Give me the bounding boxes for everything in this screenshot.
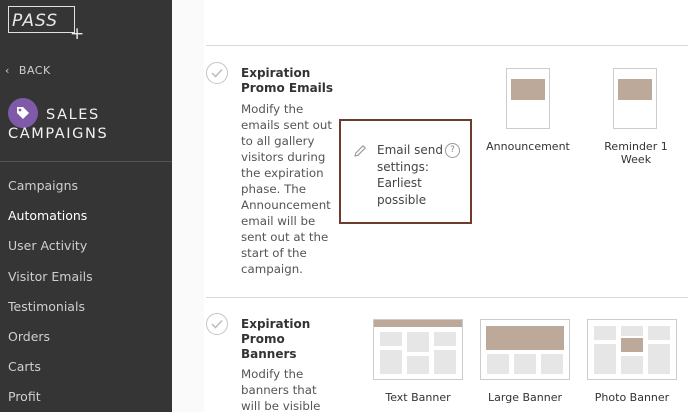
section-description-promo-emails: Modify the emails sent out to all galler… (241, 101, 332, 277)
desc-line: to all gallery (241, 134, 315, 148)
desc-line: start of the (241, 246, 307, 260)
announcement-email-thumbnail[interactable] (506, 68, 550, 129)
sidebar-item-carts[interactable]: Carts (0, 355, 172, 385)
pass-logo[interactable]: PASS + (8, 6, 88, 44)
thumbnail-label: Reminder 1 Week (604, 140, 668, 166)
logo-plus: + (70, 24, 84, 40)
desc-line: emails sent out (241, 118, 333, 132)
desc-line: email will be (241, 214, 316, 228)
title-line: Promo Emails (241, 81, 334, 95)
title-line: Banners (241, 347, 297, 361)
desc-line: the expiration (241, 166, 324, 180)
desc-line: phase. The (241, 182, 307, 196)
sidebar-divider (0, 161, 172, 162)
campaign-title-line1: SALES (46, 107, 100, 123)
reminder-email-thumbnail[interactable] (613, 68, 657, 129)
email-send-settings-card[interactable]: ? Email send settings: Earliest possible (339, 119, 472, 224)
section-description-promo-banners: Modify the banners that will be visible (241, 366, 320, 414)
photo-banner-thumbnail[interactable] (587, 319, 677, 380)
settings-line: Earliest (377, 176, 422, 190)
title-line: Expiration (241, 66, 311, 80)
desc-line: sent out at the (241, 230, 329, 244)
content-gutter (172, 0, 204, 412)
desc-line: banners that (241, 383, 317, 397)
sidebar: PASS + ‹ BACK SALES CAMPAIGNS Campaigns … (0, 0, 172, 412)
sidebar-item-campaigns[interactable]: Campaigns (0, 174, 172, 204)
title-line: Expiration (241, 317, 311, 331)
campaign-title: SALES CAMPAIGNS (8, 106, 108, 144)
sidebar-item-visitor-emails[interactable]: Visitor Emails (0, 265, 172, 295)
settings-line: settings: (377, 159, 429, 174)
desc-line: Modify the (241, 102, 304, 116)
sidebar-item-orders[interactable]: Orders (0, 325, 172, 355)
desc-line: Announcement (241, 198, 331, 212)
desc-line: campaign. (241, 262, 303, 276)
text-banner-thumbnail[interactable] (373, 319, 463, 380)
desc-line: Modify the (241, 367, 304, 381)
sidebar-item-profit[interactable]: Profit (0, 385, 172, 415)
title-line: Promo (241, 332, 285, 346)
settings-text: Email send settings: Earliest possible (377, 142, 457, 208)
settings-line: Email send (377, 143, 443, 157)
chevron-left-icon: ‹ (5, 64, 10, 77)
section-divider (206, 297, 688, 298)
sidebar-nav: Campaigns Automations User Activity Visi… (0, 174, 172, 416)
thumbnail-label: Announcement (486, 140, 570, 153)
section-divider-top (206, 45, 688, 46)
section-title-promo-banners: Expiration Promo Banners (241, 317, 310, 362)
check-circle-icon[interactable] (206, 313, 228, 335)
campaign-title-line2: CAMPAIGNS (8, 126, 109, 142)
large-banner-thumbnail[interactable] (480, 319, 570, 380)
sidebar-item-automations[interactable]: Automations (0, 204, 172, 234)
section-title-promo-emails: Expiration Promo Emails (241, 66, 333, 96)
settings-line: possible (377, 192, 427, 207)
back-link[interactable]: ‹ BACK (5, 64, 51, 77)
thumbnail-label: Large Banner (488, 391, 562, 404)
thumbnail-label: Photo Banner (594, 391, 670, 404)
back-label: BACK (18, 64, 51, 77)
pencil-icon[interactable] (353, 143, 367, 162)
thumbnail-label: Text Banner (385, 391, 451, 404)
logo-text: PASS (12, 11, 58, 31)
desc-line: will be visible (241, 399, 321, 413)
desc-line: visitors during (241, 150, 326, 164)
sidebar-item-user-activity[interactable]: User Activity (0, 234, 172, 264)
check-circle-icon[interactable] (206, 62, 228, 84)
sidebar-item-testimonials[interactable]: Testimonials (0, 295, 172, 325)
